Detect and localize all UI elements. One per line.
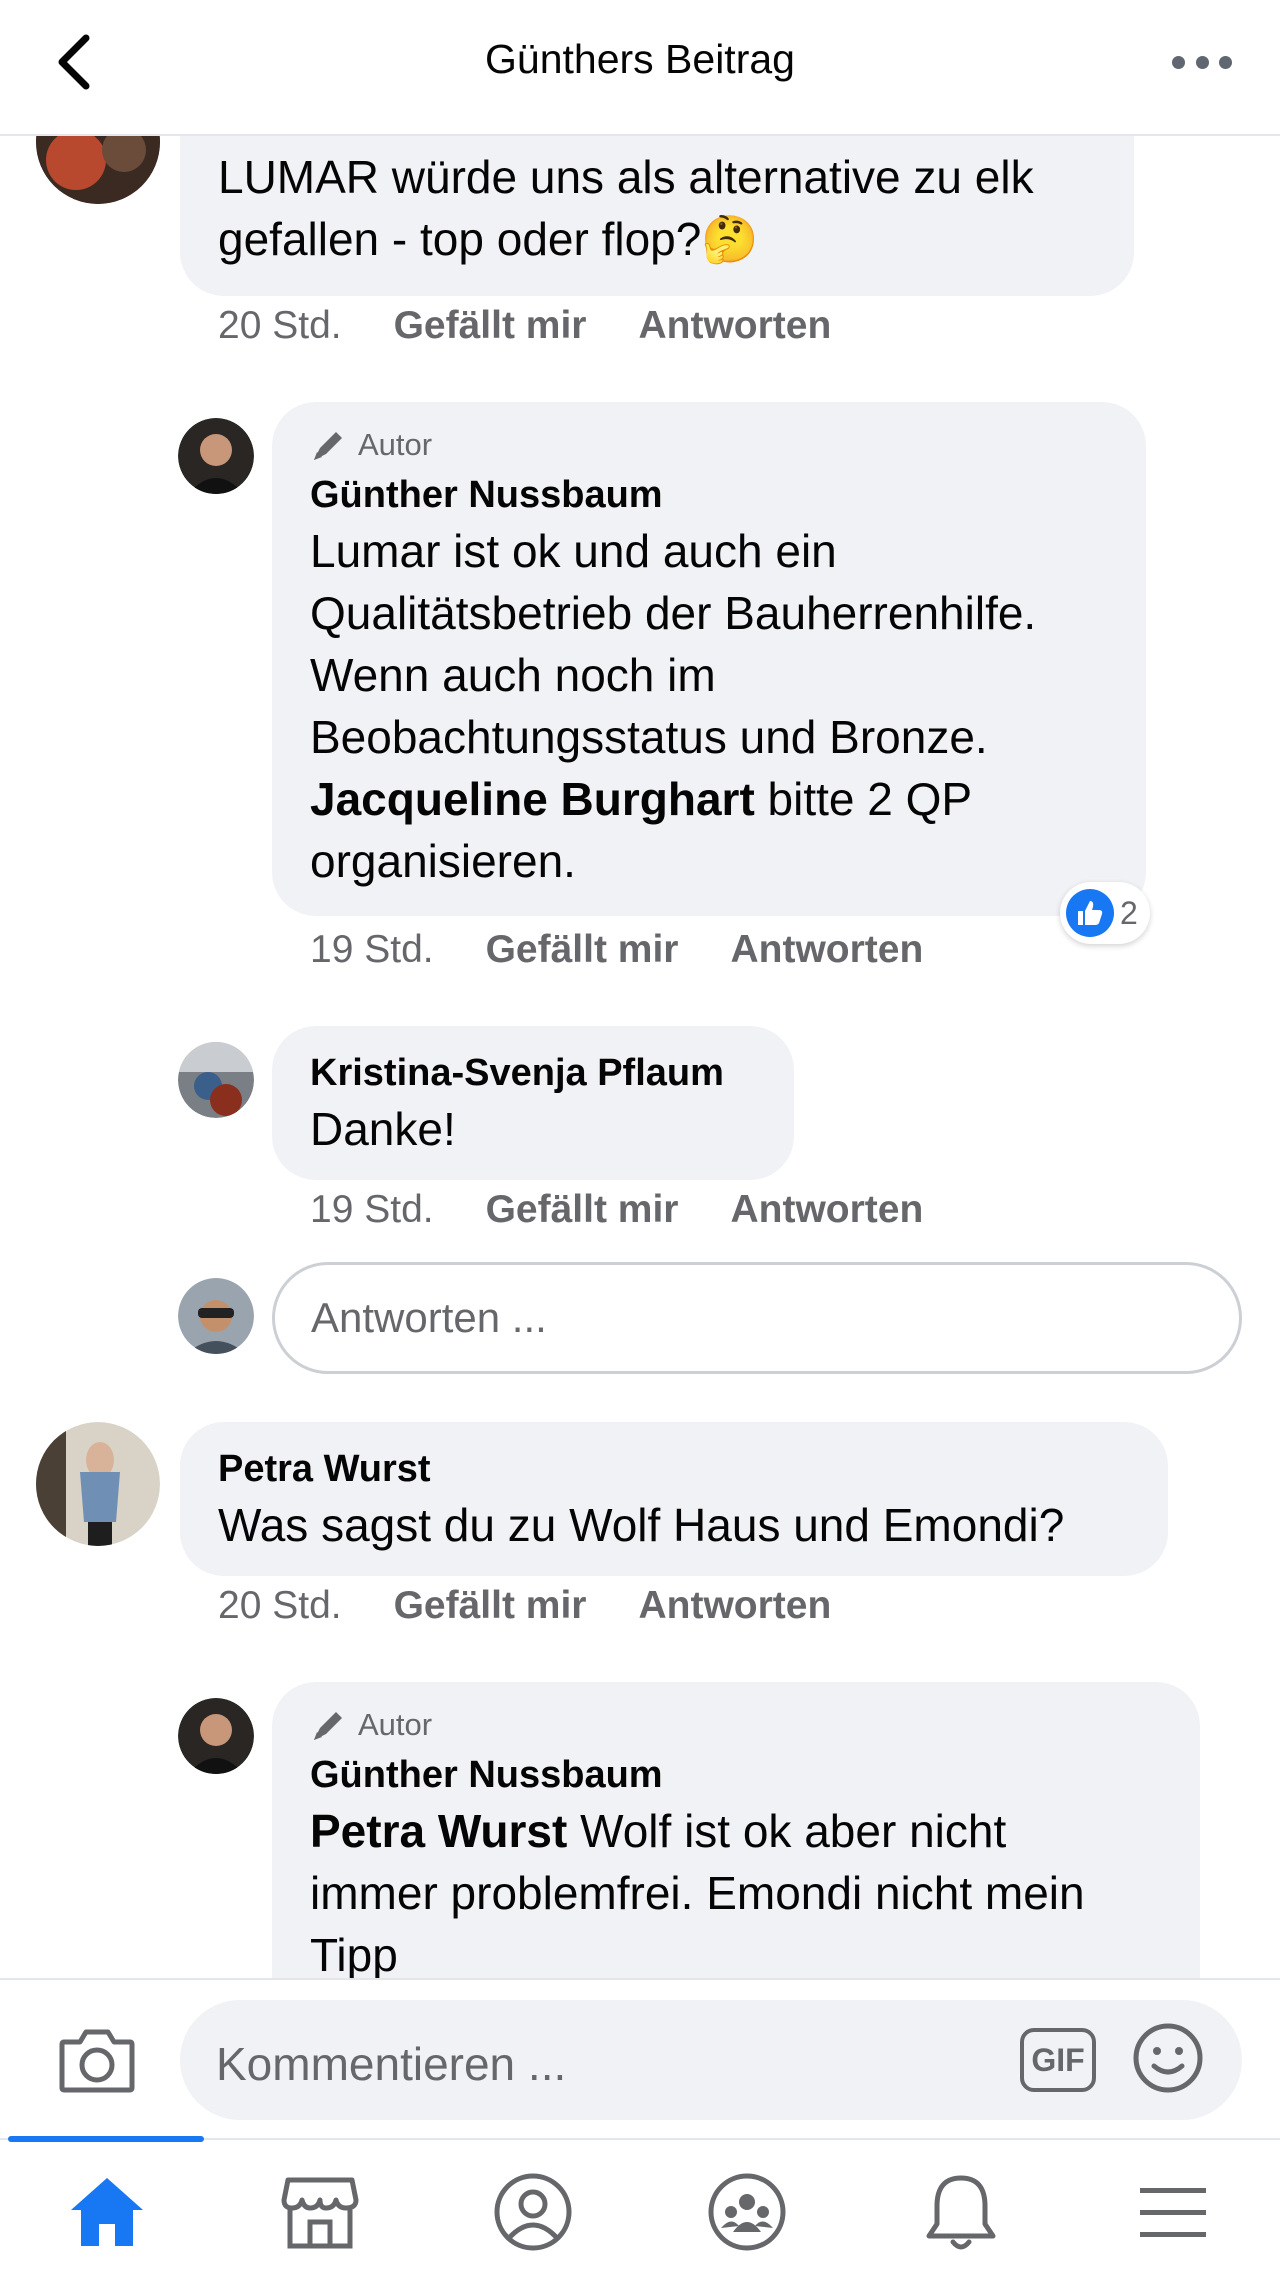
gif-button[interactable]: GIF	[1020, 2028, 1096, 2092]
comment-author[interactable]: Kristina-Svenja Pflaum	[310, 1050, 756, 1098]
comment-input[interactable]: Kommentieren ... GIF	[180, 2000, 1242, 2120]
author-badge: Autor	[310, 1706, 1162, 1744]
smiley-icon	[1133, 2023, 1203, 2093]
comment-text-line: Tipp	[310, 1928, 398, 1979]
avatar[interactable]	[36, 1422, 160, 1546]
reaction-summary[interactable]: 2	[1060, 882, 1150, 944]
comment-bubble: Autor Günther Nussbaum Lumar ist ok und …	[272, 402, 1146, 916]
author-badge-label: Autor	[358, 427, 433, 462]
like-button[interactable]: Gefällt mir	[394, 1584, 587, 1628]
comment-text-line: Beobachtungsstatus und Bronze.	[310, 710, 988, 763]
comment-thread: LUMAR würde uns als alternative zu elk g…	[0, 136, 1280, 1978]
groups-icon	[708, 2173, 786, 2251]
comment-text-line: Wenn auch noch im	[310, 648, 716, 701]
comment-text: Danke!	[310, 1102, 456, 1155]
emoji-button[interactable]	[1132, 2022, 1204, 2094]
comment-timestamp: 19 Std.	[310, 1188, 434, 1231]
comment-text: Petra Wurst Wolf ist ok aber nicht immer…	[310, 1800, 1162, 1979]
home-icon	[71, 2178, 143, 2246]
avatar[interactable]	[178, 1042, 254, 1118]
comment-timestamp: 20 Std.	[218, 304, 342, 347]
active-tab-indicator	[8, 2136, 204, 2142]
notifications-icon	[926, 2175, 996, 2250]
comment-actions: 20 Std. Gefällt mir Antworten	[218, 1584, 831, 1628]
comment-author[interactable]: Petra Wurst	[218, 1446, 1130, 1494]
comment-author[interactable]: Günther Nussbaum	[310, 1752, 1162, 1800]
tab-profile[interactable]	[488, 2170, 578, 2254]
camera-icon	[59, 2029, 135, 2093]
comment-text-line: immer problemfrei. Emondi nicht mein	[310, 1866, 1085, 1919]
comment-text: Lumar ist ok und auch ein Qualitätsbetri…	[310, 520, 1108, 892]
reply-input[interactable]: Antworten ...	[272, 1262, 1242, 1374]
comment-text-line: Petra Wurst Wolf ist ok aber nicht	[310, 1800, 1162, 1862]
comment-timestamp: 20 Std.	[218, 1584, 342, 1627]
comment-text-line: Lumar ist ok und auch ein	[310, 524, 837, 577]
camera-button[interactable]	[58, 2026, 136, 2094]
comment-bubble: Petra Wurst Was sagst du zu Wolf Haus un…	[180, 1422, 1168, 1576]
pen-icon	[314, 1712, 342, 1740]
like-button[interactable]: Gefällt mir	[394, 304, 587, 348]
author-badge-label: Autor	[358, 1707, 433, 1742]
pen-icon	[314, 432, 342, 460]
tab-menu[interactable]	[1128, 2170, 1218, 2254]
comment-bubble: Autor Günther Nussbaum Petra Wurst Wolf …	[272, 1682, 1200, 1978]
reply-button[interactable]: Antworten	[638, 304, 831, 348]
comment-text: Was sagst du zu Wolf Haus und Emondi?	[218, 1498, 1065, 1551]
profile-icon	[494, 2173, 572, 2251]
comment-bubble: Kristina-Svenja Pflaum Danke!	[272, 1026, 794, 1180]
comment-actions: 19 Std. Gefällt mir Antworten	[310, 1188, 923, 1232]
author-badge: Autor	[310, 426, 1108, 464]
avatar[interactable]	[178, 418, 254, 494]
mention-link[interactable]: Petra Wurst	[310, 1805, 567, 1857]
page-title: Günthers Beitrag	[485, 36, 795, 82]
mention-link[interactable]: Jacqueline Burghart	[310, 773, 755, 825]
comment-timestamp: 19 Std.	[310, 928, 434, 971]
like-button[interactable]: Gefällt mir	[486, 1188, 679, 1232]
like-reaction-icon	[1066, 889, 1114, 937]
current-user-avatar	[178, 1278, 254, 1354]
avatar[interactable]	[178, 1698, 254, 1774]
comment-author[interactable]: Günther Nussbaum	[310, 472, 1108, 520]
more-dot-icon	[1195, 55, 1209, 69]
comment-actions: 20 Std. Gefällt mir Antworten	[218, 304, 831, 348]
comment-text-line: Qualitätsbetrieb der Bauherrenhilfe.	[310, 586, 1037, 639]
reply-input-placeholder: Antworten ...	[311, 1294, 547, 1341]
comment-actions: 19 Std. Gefällt mir Antworten	[310, 928, 923, 972]
comment-text: LUMAR würde uns als alternative zu elk g…	[218, 151, 1034, 265]
avatar[interactable]	[36, 136, 160, 204]
reaction-count: 2	[1120, 894, 1138, 931]
comment-text-line: organisieren.	[310, 834, 576, 887]
comment-input-placeholder: Kommentieren ...	[216, 2038, 567, 2090]
tab-home[interactable]	[62, 2170, 152, 2254]
more-options-button[interactable]	[1172, 40, 1232, 84]
comment-composer: Kommentieren ... GIF	[0, 1978, 1280, 2138]
marketplace-icon	[281, 2177, 359, 2249]
tab-marketplace[interactable]	[275, 2170, 365, 2254]
comment-text-line: Jacqueline Burghart bitte 2 QP	[310, 768, 1108, 830]
reply-button[interactable]: Antworten	[638, 1584, 831, 1628]
more-dot-icon	[1172, 55, 1185, 69]
comment-text-fragment: Wolf ist ok aber nicht	[567, 1804, 1007, 1857]
menu-icon	[1140, 2188, 1206, 2237]
comment-text-fragment: bitte 2 QP	[754, 772, 973, 825]
reply-button[interactable]: Antworten	[730, 928, 923, 972]
like-button[interactable]: Gefällt mir	[486, 928, 679, 972]
tab-groups[interactable]	[702, 2170, 792, 2254]
tab-notifications[interactable]	[916, 2170, 1006, 2254]
top-bar: Günthers Beitrag	[0, 0, 1280, 136]
reply-button[interactable]: Antworten	[730, 1188, 923, 1232]
bottom-navigation	[0, 2136, 1280, 2275]
more-dot-icon	[1219, 55, 1232, 69]
comment-bubble: LUMAR würde uns als alternative zu elk g…	[180, 136, 1134, 296]
